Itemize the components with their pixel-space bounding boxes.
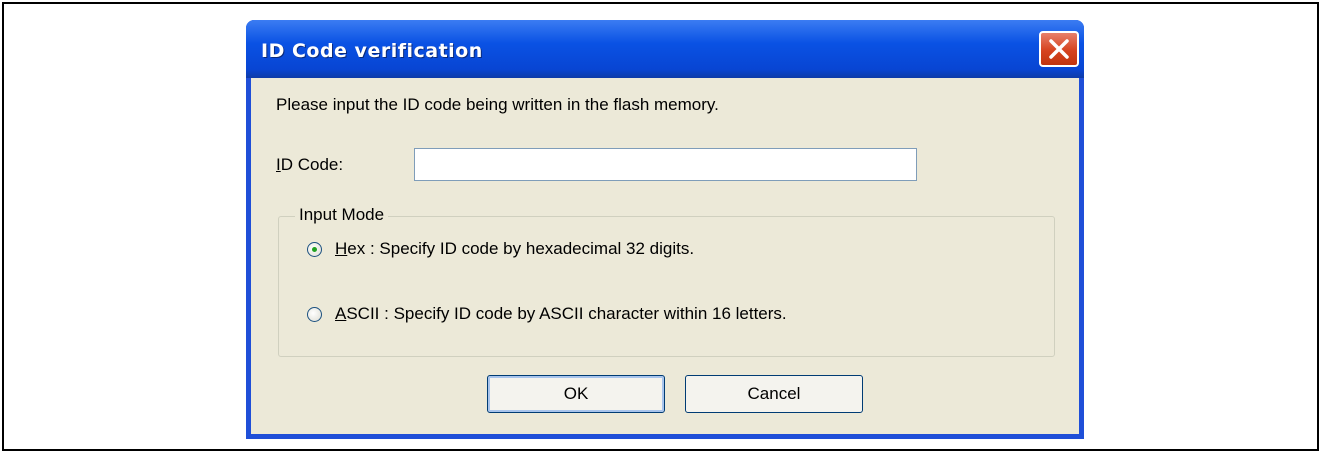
input-mode-title: Input Mode — [295, 205, 389, 225]
radio-hex-label[interactable]: Hex : Specify ID code by hexadecimal 32 … — [335, 239, 694, 259]
dialog-title: ID Code verification — [261, 40, 483, 62]
cancel-button[interactable]: Cancel — [685, 375, 863, 413]
id-code-label-text: D Code: — [280, 155, 344, 174]
input-mode-group: Input Mode Hex : Specify ID code by hexa… — [278, 205, 1055, 357]
radio-hex-text: ex : Specify ID code by hexadecimal 32 d… — [347, 239, 695, 258]
id-code-input[interactable] — [414, 148, 917, 181]
radio-ascii-accelerator: A — [335, 304, 347, 323]
id-code-label: ID Code: — [276, 155, 343, 175]
ok-button[interactable]: OK — [487, 375, 665, 413]
close-button[interactable] — [1039, 31, 1079, 67]
title-bar[interactable]: ID Code verification — [246, 20, 1084, 78]
close-icon — [1049, 39, 1069, 59]
radio-ascii-text: SCII : Specify ID code by ASCII characte… — [346, 304, 787, 323]
prompt-text: Please input the ID code being written i… — [276, 95, 719, 114]
radio-ascii-label[interactable]: ASCII : Specify ID code by ASCII charact… — [335, 304, 787, 324]
id-code-verification-dialog: ID Code verification Please input the ID… — [246, 20, 1084, 439]
radio-hex-accelerator: H — [335, 239, 348, 258]
radio-hex-button[interactable] — [307, 241, 322, 257]
radio-hex[interactable]: Hex : Specify ID code by hexadecimal 32 … — [307, 239, 694, 259]
radio-ascii[interactable]: ASCII : Specify ID code by ASCII charact… — [307, 304, 787, 324]
radio-ascii-button[interactable] — [307, 306, 322, 322]
dialog-body: Please input the ID code being written i… — [251, 78, 1079, 434]
